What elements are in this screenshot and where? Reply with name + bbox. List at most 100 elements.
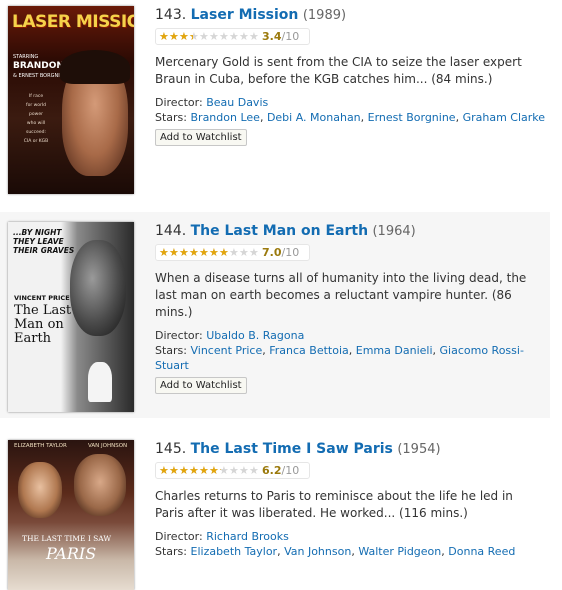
poster-tagline-line: THEIR GRAVES	[13, 246, 75, 255]
stars-line: Stars: Elizabeth Taylor, Van Johnson, Wa…	[155, 545, 516, 558]
rating-star-icon[interactable]: ★★	[249, 465, 259, 476]
rating-star-icon[interactable]: ★★	[209, 247, 219, 258]
rating-star-icon[interactable]: ★★	[249, 31, 259, 42]
rating-star-icon[interactable]: ★★	[219, 465, 229, 476]
rating-star-icon[interactable]: ★★	[159, 247, 169, 258]
rank-number: 143.	[155, 7, 187, 23]
director-link[interactable]: Ubaldo B. Ragona	[206, 329, 304, 342]
movie-info: 144. The Last Man on Earth (1964) ★ ★ ★ ★ ★ ★…	[155, 222, 550, 394]
director-label: Director:	[155, 329, 203, 342]
rating-star-icon[interactable]: ★★	[169, 465, 179, 476]
movie-entry: LASER MISSION STARRING BRANDON LEE & ERN…	[0, 0, 550, 206]
stars-line: Stars: Vincent Price, Franca Bettoia, Em…	[155, 344, 524, 372]
poster-credit-costar: & ERNEST BORGNINE	[13, 73, 67, 79]
rating-star-icon[interactable]: ★★	[239, 31, 249, 42]
rating-star-icon[interactable]: ★★	[229, 247, 239, 258]
star-link[interactable]: Ernest Borgnine	[368, 111, 456, 124]
movie-year: (1989)	[302, 8, 347, 23]
rating-star-fill: ★	[189, 465, 199, 476]
director-link[interactable]: Richard Brooks	[206, 530, 289, 543]
star-link[interactable]: Walter Pidgeon	[358, 545, 441, 558]
director-label: Director:	[155, 530, 203, 543]
star-link[interactable]: Elizabeth Taylor	[191, 545, 278, 558]
rating-star-icon[interactable]: ★★	[249, 247, 259, 258]
star-link[interactable]: Van Johnson	[284, 545, 351, 558]
rating-star-icon[interactable]: ★★	[219, 31, 229, 42]
rating-star-icon[interactable]: ★★	[209, 31, 219, 42]
movie-entry: ...BY NIGHT THEY LEAVE THEIR GRAVES VINC…	[0, 212, 550, 418]
star-link[interactable]: Vincent Price	[191, 344, 263, 357]
rating-star-icon[interactable]: ★★	[159, 31, 169, 42]
star-link[interactable]: Graham Clarke	[463, 111, 545, 124]
rating-star-icon[interactable]: ★★	[189, 465, 199, 476]
stars-line: Stars: Brandon Lee, Debi A. Monahan, Ern…	[155, 111, 546, 124]
add-to-watchlist-button[interactable]: Add to Watchlist	[155, 377, 247, 394]
rating-widget[interactable]: ★★★★★★★★★★★★★★★★★★★★ 7.0/10	[155, 244, 311, 261]
star-rating[interactable]: ★★★★★★★★★★★★★★★★★★★★	[159, 465, 259, 476]
stars-label: Stars:	[155, 545, 187, 558]
poster-tagline: If race for world power who will succeed…	[16, 92, 56, 146]
rating-star-icon[interactable]: ★★	[179, 247, 189, 258]
rating-star-icon[interactable]: ★★	[169, 31, 179, 42]
poster-hair	[60, 50, 130, 84]
rating-star-icon[interactable]: ★★	[199, 465, 209, 476]
star-link[interactable]: Franca Bettoia	[269, 344, 349, 357]
rating-star-fill: ★	[219, 247, 229, 258]
title-line: 145. The Last Time I Saw Paris (1954)	[155, 440, 550, 459]
add-to-watchlist-button[interactable]: Add to Watchlist	[155, 129, 247, 146]
director-line: Director: Richard Brooks	[155, 529, 550, 544]
poster-actor: VAN JOHNSON	[88, 443, 128, 449]
stars-label: Stars:	[155, 344, 187, 357]
director-label: Director:	[155, 96, 203, 109]
rating-star-icon[interactable]: ★★	[229, 465, 239, 476]
movie-poster[interactable]: LASER MISSION STARRING BRANDON LEE & ERN…	[8, 6, 134, 194]
star-link[interactable]: Donna Reed	[448, 545, 515, 558]
poster-title-line: The Last	[14, 303, 72, 318]
rating-star-icon[interactable]: ★★	[229, 31, 239, 42]
rating-star-fill: ★	[199, 247, 209, 258]
rating-widget[interactable]: ★★★★★★★★★★★★★★★★★★★★ 6.2/10	[155, 462, 311, 479]
rating-star-icon[interactable]: ★★	[189, 247, 199, 258]
rating-star-icon[interactable]: ★★	[159, 465, 169, 476]
star-link[interactable]: Emma Danieli	[356, 344, 433, 357]
rating-star-fill: ★	[169, 31, 179, 42]
movie-info: 143. Laser Mission (1989) ★★★★★★★★★★★★★★…	[155, 6, 550, 146]
rating-value: 6.2	[262, 464, 282, 477]
rating-star-fill: ★	[159, 465, 169, 476]
rating-star-icon[interactable]: ★★	[189, 31, 199, 42]
movie-title-link[interactable]: Laser Mission	[191, 7, 299, 23]
rating-star-icon[interactable]: ★★	[239, 465, 249, 476]
star-link[interactable]: Debi A. Monahan	[267, 111, 361, 124]
rating-star-fill: ★	[179, 247, 189, 258]
poster-title: LASER MISSION	[12, 12, 134, 32]
rating-star-icon[interactable]: ★★	[239, 247, 249, 258]
rating-star-icon[interactable]: ★★	[199, 31, 209, 42]
movie-title-link[interactable]: The Last Time I Saw Paris	[191, 441, 393, 457]
poster-title: The Last Man on Earth	[14, 304, 71, 346]
rating-max: /10	[281, 30, 300, 43]
rating-star-icon[interactable]: ★★	[169, 247, 179, 258]
rating-star-icon[interactable]: ★★	[179, 465, 189, 476]
poster-tagline-line: for world	[25, 103, 46, 108]
star-link[interactable]: Brandon Lee	[191, 111, 260, 124]
rating-star-icon[interactable]: ★★	[199, 247, 209, 258]
movie-entry: ELIZABETH TAYLOR VAN JOHNSON THE LAST TI…	[0, 430, 550, 590]
rating-star-icon[interactable]: ★★	[209, 465, 219, 476]
stars-label: Stars:	[155, 111, 187, 124]
poster-face	[18, 462, 62, 518]
rating-star-icon[interactable]: ★★	[219, 247, 229, 258]
movie-poster[interactable]: ...BY NIGHT THEY LEAVE THEIR GRAVES VINC…	[8, 222, 134, 412]
director-link[interactable]: Beau Davis	[206, 96, 268, 109]
rating-star-icon[interactable]: ★★	[179, 31, 189, 42]
movie-title-link[interactable]: The Last Man on Earth	[191, 223, 368, 239]
poster-tagline-line: If race	[28, 94, 44, 99]
rating-star-fill: ★	[169, 465, 179, 476]
star-rating[interactable]: ★★★★★★★★★★★★★★★★★★★★	[159, 31, 259, 42]
movie-description: Mercenary Gold is sent from the CIA to s…	[155, 55, 522, 86]
movie-poster[interactable]: ELIZABETH TAYLOR VAN JOHNSON THE LAST TI…	[8, 440, 134, 590]
star-rating[interactable]: ★★★★★★★★★★★★★★★★★★★★	[159, 247, 259, 258]
poster-title-line: Earth	[14, 331, 52, 346]
rank-number: 145.	[155, 441, 187, 457]
rating-max: /10	[281, 464, 300, 477]
rating-widget[interactable]: ★★★★★★★★★★★★★★★★★★★★ 3.4/10	[155, 28, 311, 45]
